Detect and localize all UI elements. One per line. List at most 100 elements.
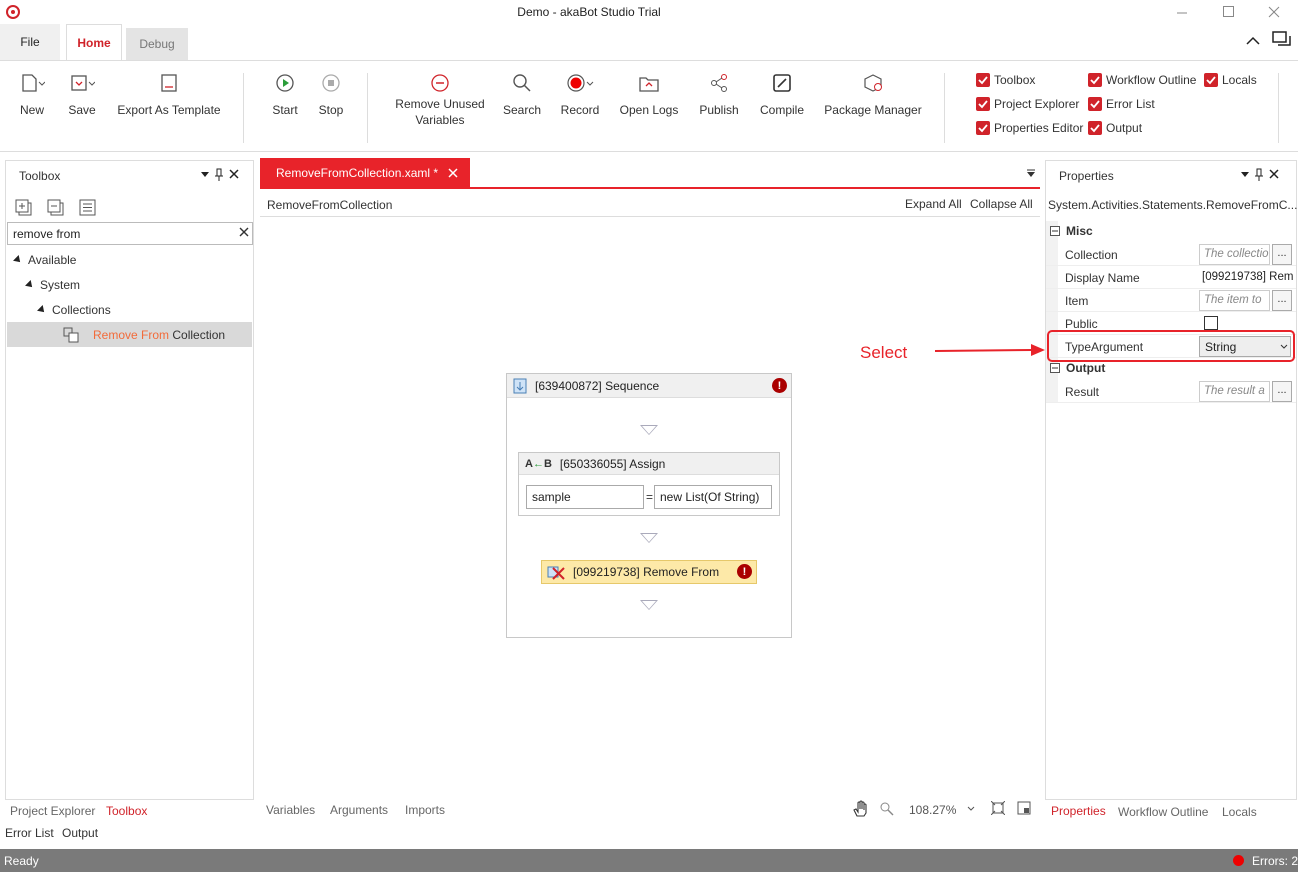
- zoom-icon[interactable]: [880, 802, 894, 816]
- expand-all-link[interactable]: Expand All: [905, 197, 962, 211]
- compile-icon: [756, 71, 808, 95]
- toggle-properties-editor[interactable]: Properties Editor: [976, 121, 1083, 135]
- dropdown-arrow-icon[interactable]: [200, 171, 210, 179]
- properties-panel: Properties System.Activities.Statements.…: [1045, 160, 1297, 800]
- tab-imports[interactable]: Imports: [405, 803, 445, 817]
- error-count[interactable]: Errors: 2: [1252, 854, 1298, 868]
- toggle-toolbox[interactable]: Toolbox: [976, 73, 1035, 87]
- tab-file[interactable]: File: [0, 24, 60, 60]
- tree-node-available[interactable]: Available: [13, 253, 76, 267]
- tab-menu-icon[interactable]: [1026, 168, 1036, 178]
- play-icon: [268, 71, 302, 95]
- item-input[interactable]: The item to: [1199, 290, 1270, 311]
- record-button[interactable]: Record: [558, 71, 602, 117]
- toggle-output[interactable]: Output: [1088, 121, 1142, 135]
- start-button[interactable]: Start: [268, 71, 302, 117]
- tree-node-system[interactable]: System: [25, 278, 80, 292]
- checkbox-checked-icon: [976, 97, 990, 111]
- tree-item-remove-from-collection[interactable]: Remove From Collection: [7, 322, 252, 347]
- assign-equals: =: [646, 490, 654, 504]
- title-bar: Demo - akaBot Studio Trial: [0, 0, 1298, 24]
- tab-error-list[interactable]: Error List: [5, 826, 54, 840]
- list-view-icon[interactable]: [79, 199, 97, 217]
- document-tab[interactable]: RemoveFromCollection.xaml *: [260, 158, 470, 188]
- clear-search-icon[interactable]: [239, 227, 249, 237]
- window-title: Demo - akaBot Studio Trial: [517, 5, 661, 19]
- item-ellipsis-button[interactable]: ...: [1272, 290, 1292, 311]
- breadcrumb[interactable]: RemoveFromCollection: [267, 198, 392, 212]
- prop-row-item: Item The item to ...: [1046, 289, 1296, 312]
- maximize-icon[interactable]: [1218, 2, 1238, 22]
- open-logs-button[interactable]: Open Logs: [616, 71, 682, 117]
- sequence-header: [639400872] Sequence: [507, 374, 791, 398]
- fit-to-screen-icon[interactable]: [991, 801, 1005, 815]
- search-button[interactable]: Search: [500, 71, 544, 117]
- display-name-input[interactable]: [099219738] Rem: [1202, 271, 1296, 283]
- ribbon-separator: [367, 73, 368, 143]
- collection-input[interactable]: The collectio: [1199, 244, 1270, 265]
- checkbox-checked-icon: [1088, 121, 1102, 135]
- toolbox-panel: Toolbox remove from Available System Col…: [5, 160, 254, 800]
- dropdown-arrow-icon[interactable]: [1240, 171, 1250, 179]
- error-indicator-icon[interactable]: !: [772, 378, 787, 393]
- collection-ellipsis-button[interactable]: ...: [1272, 244, 1292, 265]
- annotation-label: Select: [860, 343, 908, 362]
- new-button[interactable]: New: [14, 71, 50, 117]
- expand-triangle-icon: [13, 255, 23, 265]
- result-ellipsis-button[interactable]: ...: [1272, 381, 1292, 402]
- export-template-button[interactable]: Export As Template: [114, 71, 224, 117]
- tab-toolbox[interactable]: Toolbox: [106, 804, 147, 818]
- zoom-dropdown-icon[interactable]: [967, 806, 975, 812]
- toggle-locals[interactable]: Locals: [1204, 73, 1257, 87]
- tab-arguments[interactable]: Arguments: [330, 803, 388, 817]
- close-panel-icon[interactable]: [1269, 169, 1279, 179]
- checkbox-checked-icon: [1088, 73, 1102, 87]
- close-window-icon[interactable]: [1264, 2, 1284, 22]
- public-checkbox[interactable]: [1204, 316, 1218, 330]
- expand-all-icon[interactable]: [15, 199, 33, 217]
- toggle-workflow-outline[interactable]: Workflow Outline: [1088, 73, 1196, 87]
- publish-button[interactable]: Publish: [696, 71, 742, 117]
- minimize-icon[interactable]: [1172, 2, 1192, 22]
- tab-project-explorer[interactable]: Project Explorer: [10, 804, 95, 818]
- tab-locals[interactable]: Locals: [1222, 805, 1257, 819]
- error-indicator-icon[interactable]: !: [737, 564, 752, 579]
- category-misc[interactable]: Misc: [1046, 221, 1296, 241]
- close-panel-icon[interactable]: [229, 169, 239, 179]
- tab-variables[interactable]: Variables: [266, 803, 315, 817]
- collapse-ribbon-icon[interactable]: [1245, 34, 1261, 46]
- error-dot-icon: [1233, 855, 1244, 866]
- pin-icon[interactable]: [214, 168, 224, 182]
- collapse-box-icon: [1050, 363, 1060, 373]
- remove-unused-variables-button[interactable]: Remove Unused Variables: [390, 71, 490, 127]
- tab-debug[interactable]: Debug: [126, 28, 188, 60]
- assign-value-field[interactable]: new List(Of String): [654, 485, 772, 509]
- pin-icon[interactable]: [1254, 168, 1264, 182]
- ribbon: New Save Export As Template Start Stop R…: [0, 60, 1298, 152]
- tab-properties[interactable]: Properties: [1051, 804, 1106, 818]
- tab-output[interactable]: Output: [62, 826, 98, 840]
- compile-button[interactable]: Compile: [756, 71, 808, 117]
- tree-node-collections[interactable]: Collections: [37, 303, 111, 317]
- assign-to-field[interactable]: sample: [526, 485, 644, 509]
- collapse-all-link[interactable]: Collapse All: [970, 197, 1033, 211]
- remove-from-collection-activity[interactable]: [099219738] Remove From: [541, 560, 757, 584]
- hand-pan-icon[interactable]: [852, 800, 870, 818]
- status-bar: Ready Errors: 2: [0, 849, 1298, 872]
- tab-workflow-outline[interactable]: Workflow Outline: [1118, 805, 1208, 819]
- stop-button[interactable]: Stop: [314, 71, 348, 117]
- zoom-level[interactable]: 108.27%: [909, 803, 956, 817]
- chat-icon[interactable]: [1272, 31, 1292, 49]
- tab-home[interactable]: Home: [66, 24, 122, 61]
- toggle-project-explorer[interactable]: Project Explorer: [976, 97, 1079, 111]
- toolbox-search-input[interactable]: remove from: [7, 222, 253, 245]
- collapse-all-icon[interactable]: [47, 199, 65, 217]
- close-tab-icon[interactable]: [448, 168, 458, 178]
- toggle-error-list[interactable]: Error List: [1088, 97, 1155, 111]
- result-input[interactable]: The result a: [1199, 381, 1270, 402]
- collapse-box-icon: [1050, 226, 1060, 236]
- save-button[interactable]: Save: [64, 71, 100, 117]
- overview-map-icon[interactable]: [1017, 801, 1031, 815]
- package-manager-button[interactable]: Package Manager: [822, 71, 924, 117]
- checkbox-checked-icon: [976, 73, 990, 87]
